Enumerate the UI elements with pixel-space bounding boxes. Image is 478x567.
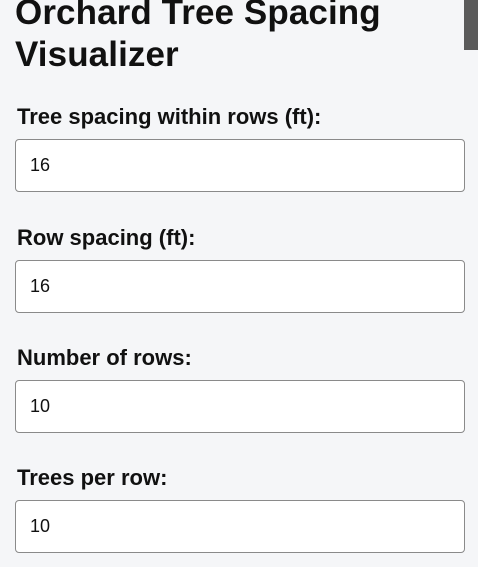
row-spacing-label: Row spacing (ft): (17, 225, 196, 250)
main-content: Orchard Tree Spacing Visualizer Tree spa… (15, 0, 465, 553)
number-of-rows-label: Number of rows: (17, 345, 192, 370)
trees-per-row-input[interactable] (15, 500, 465, 553)
tree-spacing-input[interactable] (15, 139, 465, 192)
number-of-rows-field: Number of rows: (15, 345, 465, 433)
row-spacing-input[interactable] (15, 260, 465, 313)
scrollbar-thumb[interactable] (464, 0, 478, 50)
tree-spacing-field: Tree spacing within rows (ft): (15, 104, 465, 192)
row-spacing-field: Row spacing (ft): (15, 225, 465, 313)
page-title: Orchard Tree Spacing Visualizer (15, 0, 381, 74)
page: Orchard Tree Spacing Visualizer Tree spa… (0, 0, 478, 567)
trees-per-row-field: Trees per row: (15, 465, 465, 553)
tree-spacing-label: Tree spacing within rows (ft): (17, 104, 322, 129)
number-of-rows-input[interactable] (15, 380, 465, 433)
trees-per-row-label: Trees per row: (17, 465, 168, 490)
